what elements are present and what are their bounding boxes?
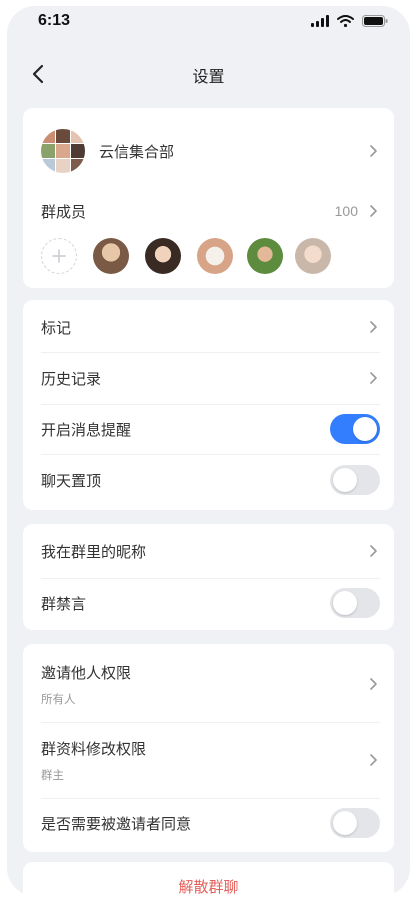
- member-avatar[interactable]: [93, 238, 129, 274]
- history-row[interactable]: 历史记录: [41, 363, 380, 393]
- divider: [41, 454, 380, 455]
- mute-row: 群禁言: [41, 588, 380, 618]
- divider: [41, 722, 380, 723]
- members-label: 群成员: [41, 202, 87, 221]
- dissolve-card: 解散群聊: [23, 862, 394, 896]
- tag-label: 标记: [41, 318, 72, 337]
- pin-toggle[interactable]: [330, 465, 380, 495]
- tag-row[interactable]: 标记: [41, 312, 380, 342]
- chevron-right-icon: [370, 145, 377, 157]
- page-title: 设置: [192, 67, 225, 86]
- status-icons: [311, 15, 388, 27]
- mute-toggle[interactable]: [330, 588, 380, 618]
- edit-permission-label: 群资料修改权限: [41, 739, 147, 758]
- toggle-knob: [333, 811, 357, 835]
- mute-label: 群禁言: [41, 594, 87, 613]
- notify-row: 开启消息提醒: [41, 414, 380, 444]
- pin-label: 聊天置顶: [41, 471, 102, 490]
- divider: [41, 404, 380, 405]
- nav-bar: 设置: [7, 54, 410, 94]
- invite-consent-row: 是否需要被邀请者同意: [41, 808, 380, 838]
- history-label: 历史记录: [41, 369, 102, 388]
- wifi-icon: [337, 15, 354, 27]
- chevron-right-icon: [370, 205, 377, 217]
- invite-permission-row[interactable]: 邀请他人权限 所有人: [41, 656, 380, 712]
- member-avatar[interactable]: [247, 238, 283, 274]
- add-member-button[interactable]: [41, 238, 77, 274]
- member-count: 100: [334, 203, 358, 219]
- chevron-right-icon: [370, 545, 377, 557]
- signal-icon: [311, 15, 329, 27]
- notify-toggle[interactable]: [330, 414, 380, 444]
- group-nickname-card: 我在群里的昵称 群禁言: [23, 524, 394, 630]
- group-avatar: [41, 129, 85, 173]
- pin-row: 聊天置顶: [41, 465, 380, 495]
- divider: [41, 352, 380, 353]
- chevron-right-icon: [370, 678, 377, 690]
- notify-label: 开启消息提醒: [41, 420, 132, 439]
- divider: [41, 578, 380, 579]
- member-avatar[interactable]: [197, 238, 233, 274]
- members-row[interactable]: 群成员 100: [41, 198, 380, 224]
- group-name: 云信集合部: [99, 142, 175, 161]
- member-avatar[interactable]: [145, 238, 181, 274]
- phone-screen: 6:13 设置 云信集合部 群成员 100 标记 历史记录 开启消息提醒 聊天置…: [7, 6, 410, 896]
- plus-icon: [52, 249, 66, 263]
- invite-consent-label: 是否需要被邀请者同意: [41, 814, 192, 833]
- group-name-row[interactable]: 云信集合部: [41, 126, 380, 176]
- member-avatar[interactable]: [295, 238, 331, 274]
- battery-icon: [362, 15, 388, 27]
- edit-permission-row[interactable]: 群资料修改权限 群主: [41, 732, 380, 788]
- member-avatar-list: [41, 238, 341, 274]
- divider: [41, 798, 380, 799]
- nickname-label: 我在群里的昵称: [41, 542, 147, 561]
- toggle-knob: [353, 417, 377, 441]
- invite-permission-label: 邀请他人权限: [41, 663, 132, 682]
- chat-options-card: 标记 历史记录 开启消息提醒 聊天置顶: [23, 300, 394, 510]
- chevron-right-icon: [370, 372, 377, 384]
- nickname-row[interactable]: 我在群里的昵称: [41, 536, 380, 566]
- permissions-card: 邀请他人权限 所有人 群资料修改权限 群主 是否需要被邀请者同意: [23, 644, 394, 852]
- group-info-card: 云信集合部 群成员 100: [23, 108, 394, 288]
- status-bar: 6:13: [7, 6, 410, 42]
- toggle-knob: [333, 591, 357, 615]
- chevron-right-icon: [370, 321, 377, 333]
- dissolve-group-button[interactable]: 解散群聊: [23, 876, 394, 896]
- invite-permission-value: 所有人: [41, 691, 76, 706]
- edit-permission-value: 群主: [41, 767, 64, 782]
- toggle-knob: [333, 468, 357, 492]
- invite-consent-toggle[interactable]: [330, 808, 380, 838]
- chevron-right-icon: [370, 754, 377, 766]
- status-time: 6:13: [38, 12, 71, 29]
